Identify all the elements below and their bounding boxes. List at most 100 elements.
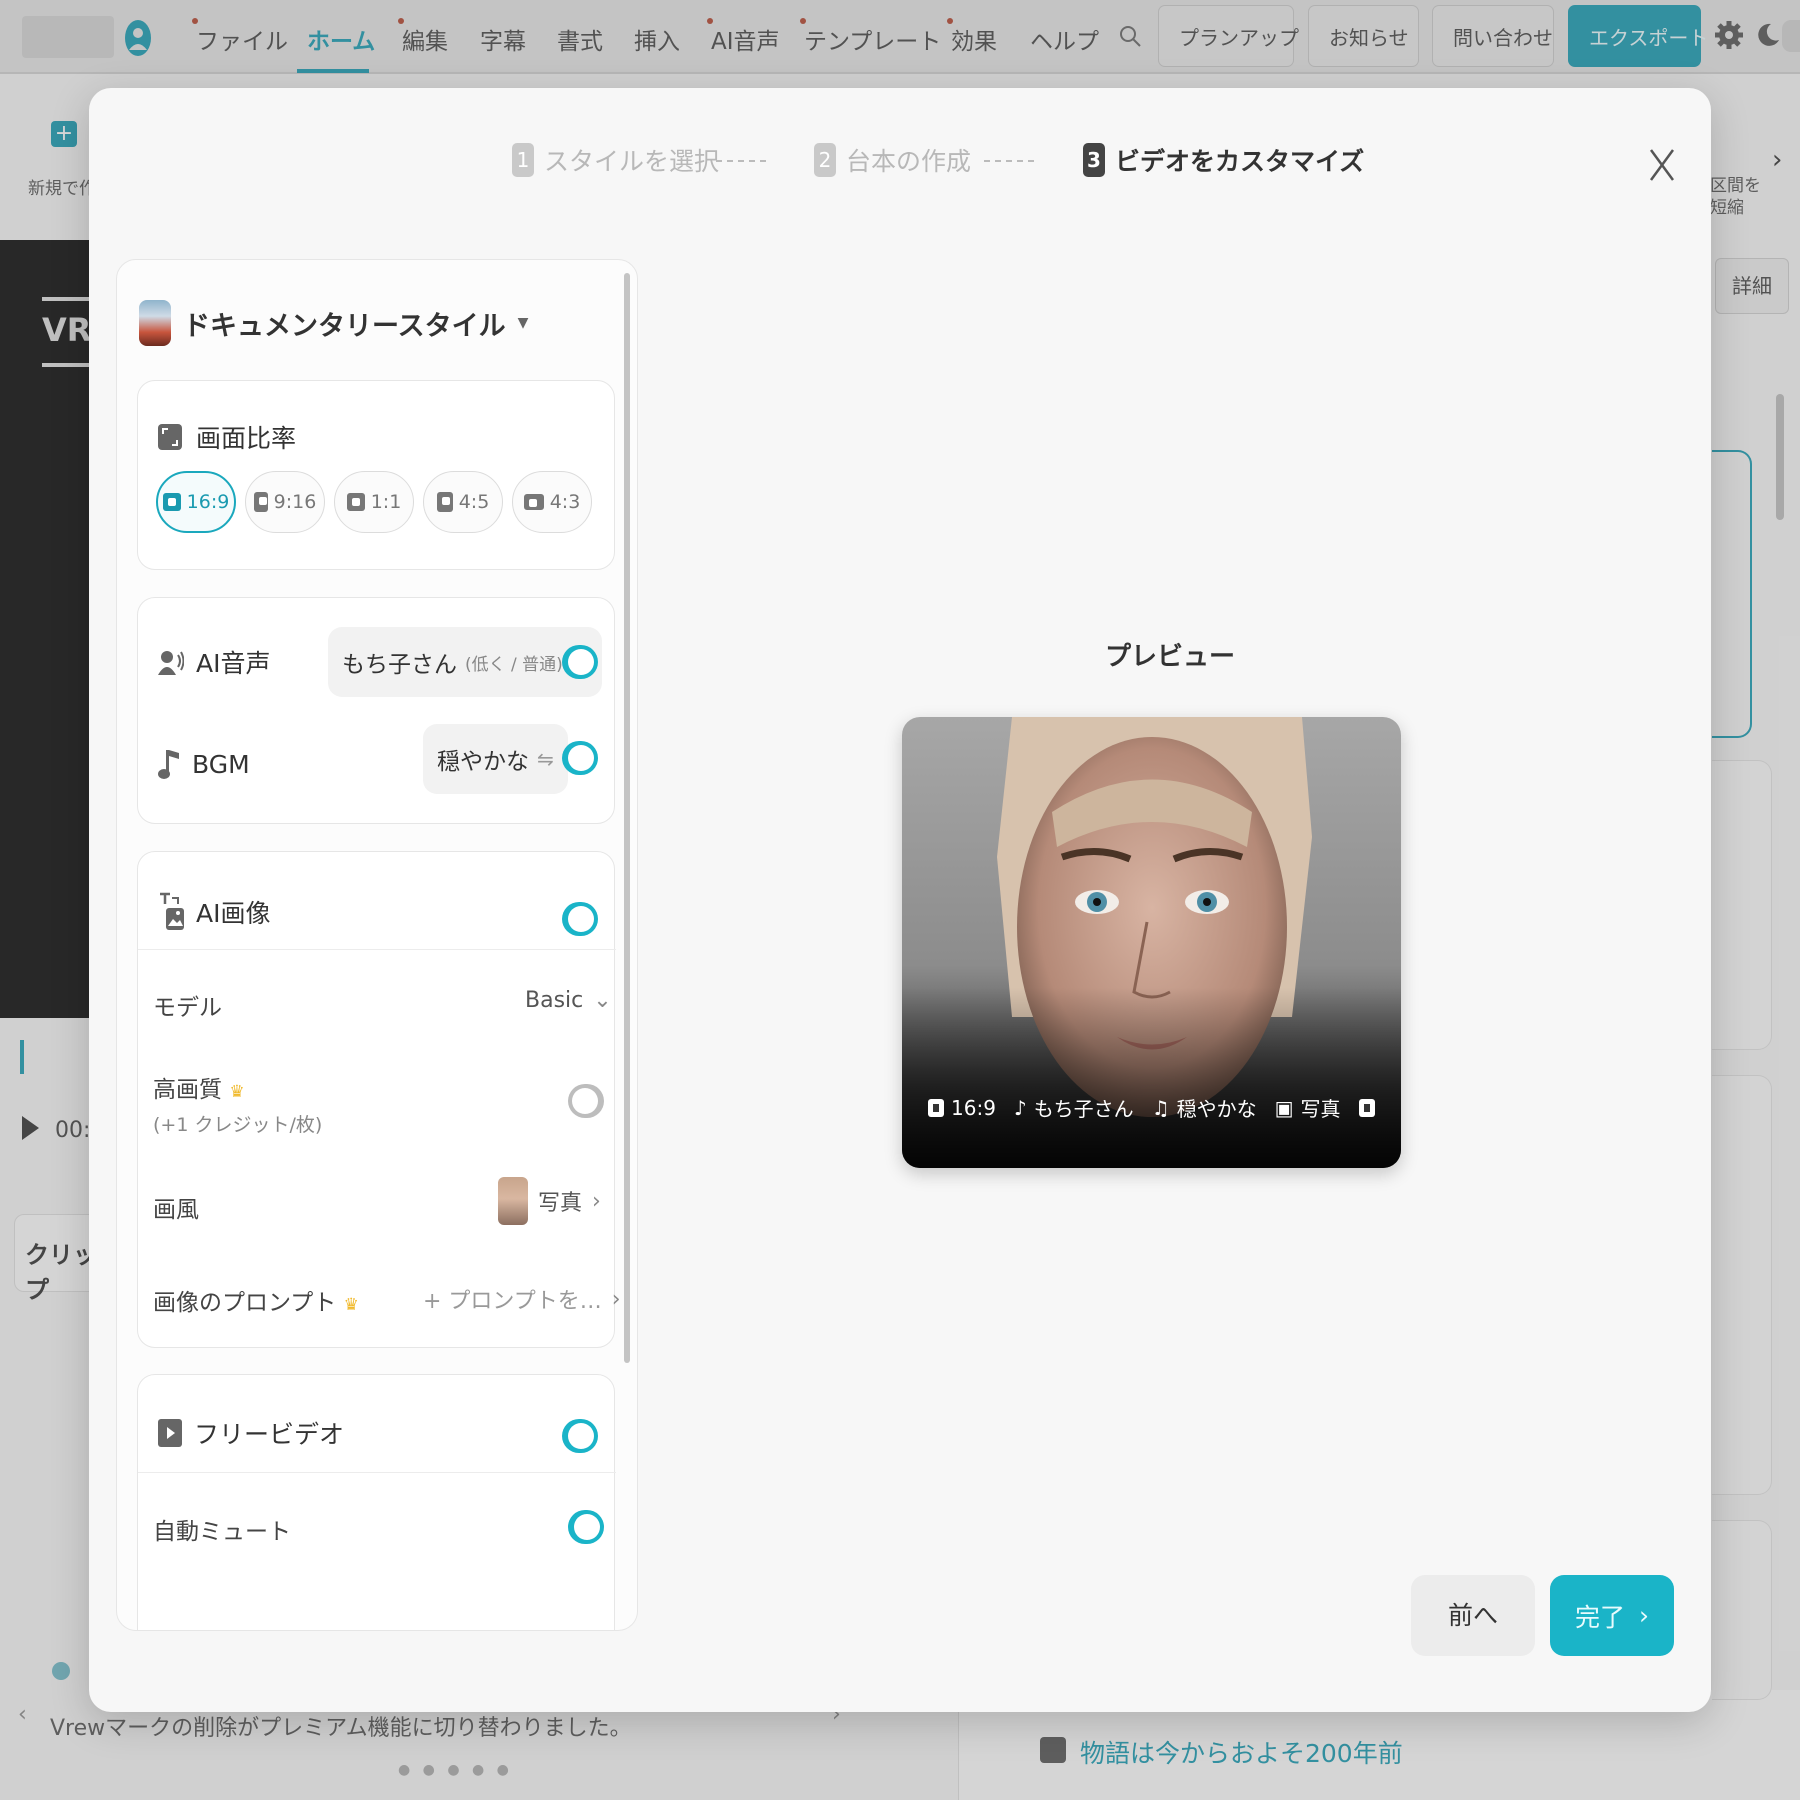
landscape-icon	[928, 1098, 944, 1117]
crown-icon: ♛	[229, 1082, 245, 1102]
step-label: 台本の作成	[846, 147, 972, 176]
music-note-icon	[158, 750, 179, 779]
high-quality-text: 高画質	[153, 1077, 222, 1103]
step-number: 1	[512, 143, 534, 177]
square-icon	[346, 493, 365, 511]
chevron-right-icon: ›	[1639, 1601, 1649, 1630]
art-style-select[interactable]: 写真 ›	[498, 1177, 601, 1225]
preview-title: プレビュー	[1105, 642, 1236, 672]
model-value: Basic	[525, 988, 584, 1013]
close-icon[interactable]	[1649, 148, 1675, 182]
free-video-card: フリービデオ 自動ミュート	[137, 1374, 616, 1630]
preview-bgm: ♫ 穏やかな	[1152, 1093, 1257, 1122]
chevron-down-icon: ⌄	[593, 988, 612, 1013]
row-label: AI画像	[196, 899, 271, 928]
chevron-right-icon: ›	[611, 1286, 621, 1312]
ratio-option-16-9[interactable]: 16:9	[156, 471, 236, 533]
caret-down-icon: ▼	[517, 315, 529, 331]
step-number: 3	[1083, 143, 1105, 177]
step-label: ビデオをカスタマイズ	[1115, 147, 1365, 176]
chevron-right-icon: ›	[592, 1188, 601, 1214]
step-write-script[interactable]: 2 台本の作成	[814, 142, 971, 178]
row-label: フリービデオ	[194, 1420, 345, 1449]
ratio-options: 16:9 9:16 1:1 4:5 4:3	[156, 471, 592, 533]
preview-card: 16:9 ♪ もち子さん ♫ 穏やかな ▣ 写真	[902, 717, 1401, 1168]
art-style-value: 写真	[538, 1191, 583, 1216]
preview-ratio-text: 16:9	[951, 1095, 996, 1120]
ratio-option-1-1[interactable]: 1:1	[334, 471, 414, 533]
bgm-label: BGM	[158, 748, 250, 780]
card-title-text: 画面比率	[196, 424, 297, 453]
ai-image-label: AI画像	[158, 892, 270, 932]
bgm-toggle[interactable]	[562, 741, 598, 775]
model-label: モデル	[153, 995, 222, 1021]
auto-mute-toggle[interactable]	[568, 1510, 604, 1544]
bgm-name: 穏やかな	[437, 749, 529, 775]
image-prompt-label: 画像のプロンプト ♛	[153, 1283, 359, 1317]
preview-voice-text: もち子さん	[1033, 1097, 1134, 1121]
video-wizard-dialog: 1 スタイルを選択 2 台本の作成 3 ビデオをカスタマイズ ドキュメンタリース…	[89, 88, 1711, 1712]
step-customize-video[interactable]: 3 ビデオをカスタマイズ	[1083, 142, 1364, 178]
ratio-label: 4:5	[458, 491, 490, 513]
row-label: AI音声	[196, 649, 271, 678]
art-style-label: 画風	[153, 1197, 199, 1223]
free-video-row: フリービデオ	[138, 1393, 616, 1473]
image-prompt-placeholder: + プロンプトを…	[423, 1289, 602, 1314]
free-video-label: フリービデオ	[158, 1415, 344, 1451]
preview-image-text: 写真	[1300, 1097, 1341, 1121]
step-number: 2	[814, 143, 836, 177]
voice-select[interactable]: もち子さん (低く / 普通) ⇋	[328, 627, 602, 697]
ratio-option-4-3[interactable]: 4:3	[512, 471, 592, 533]
swap-icon: ⇋	[537, 747, 554, 771]
ai-voice-row: AI音声 もち子さん (低く / 普通) ⇋	[138, 622, 616, 702]
art-style-thumbnail	[498, 1177, 528, 1225]
ai-voice-toggle[interactable]	[562, 645, 598, 679]
done-label: 完了	[1574, 1602, 1625, 1632]
aspect-ratio-card: 画面比率 16:9 9:16 1:1 4:5 4:3	[137, 380, 615, 570]
video-icon	[1358, 1098, 1375, 1117]
voice-icon: ♪	[1013, 1095, 1027, 1120]
aspect-ratio-title: 画面比率	[158, 419, 296, 455]
settings-scrollbar[interactable]	[624, 273, 630, 1363]
ratio-label: 16:9	[186, 491, 230, 513]
divider	[138, 1472, 616, 1473]
ai-image-card: AI画像 モデル Basic ⌄ 高画質 ♛ (+1 クレジット/枚) 画風 写…	[137, 851, 621, 1348]
model-select[interactable]: Basic ⌄	[525, 988, 612, 1013]
preview-video-icon	[1358, 1098, 1375, 1117]
crown-icon: ♛	[343, 1295, 359, 1315]
bgm-select[interactable]: 穏やかな ⇋	[423, 724, 568, 794]
aspect-ratio-icon	[158, 424, 182, 450]
step-select-style[interactable]: 1 スタイルを選択	[512, 142, 719, 178]
portrait-icon	[253, 492, 268, 512]
ai-image-icon	[160, 892, 184, 930]
preview-ratio: 16:9	[928, 1096, 996, 1120]
preview-voice: ♪ もち子さん	[1014, 1093, 1134, 1122]
preview-bgm-text: 穏やかな	[1176, 1097, 1257, 1121]
ratio-label: 1:1	[370, 491, 402, 513]
high-quality-cost: (+1 クレジット/枚)	[153, 1114, 323, 1136]
done-button[interactable]: 完了 ›	[1550, 1575, 1674, 1656]
high-quality-label: 高画質 ♛	[153, 1070, 245, 1104]
image-prompt-text: 画像のプロンプト	[153, 1290, 337, 1316]
voice-icon	[158, 651, 184, 675]
preview-image-style: ▣ 写真	[1275, 1093, 1341, 1122]
high-quality-toggle[interactable]	[568, 1084, 604, 1118]
ai-voice-label: AI音声	[158, 644, 270, 680]
ratio-label: 9:16	[273, 491, 317, 513]
ratio-option-4-5[interactable]: 4:5	[423, 471, 503, 533]
style-selector[interactable]: ドキュメンタリースタイル ▼	[139, 300, 528, 346]
image-prompt-input[interactable]: + プロンプトを… ›	[423, 1283, 621, 1315]
step-separator	[984, 160, 1034, 162]
preview-meta: 16:9 ♪ もち子さん ♫ 穏やかな ▣ 写真	[928, 1093, 1375, 1122]
ratio-option-9-16[interactable]: 9:16	[245, 471, 325, 533]
previous-button[interactable]: 前へ	[1411, 1575, 1535, 1656]
ai-image-icon: ▣	[1274, 1095, 1294, 1120]
step-separator	[716, 160, 766, 162]
ai-image-row: AI画像	[138, 870, 616, 950]
divider	[138, 949, 616, 950]
audio-card: AI音声 もち子さん (低く / 普通) ⇋ BGM 穏やかな ⇋	[137, 597, 615, 824]
free-video-toggle[interactable]	[562, 1419, 598, 1453]
ai-image-toggle[interactable]	[562, 902, 598, 936]
ratio-label: 4:3	[549, 491, 581, 513]
portrait-icon	[436, 492, 453, 512]
